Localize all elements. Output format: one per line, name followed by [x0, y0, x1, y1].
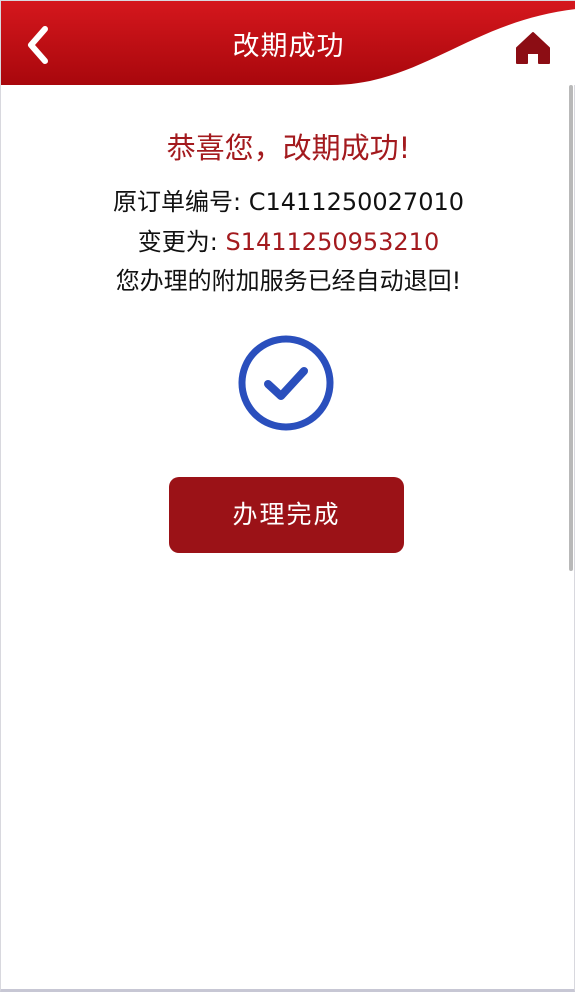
app-screen: 改期成功 恭喜您，改期成功! 原订单编号: C1411250027010 变更为… [0, 0, 575, 992]
home-button[interactable] [514, 29, 552, 67]
original-order-number: C1411250027010 [248, 188, 464, 216]
header-bar: 改期成功 [1, 1, 575, 85]
success-heading: 恭喜您，改期成功! [166, 131, 411, 165]
page-title: 改期成功 [232, 31, 345, 62]
scrollbar[interactable] [569, 85, 573, 571]
check-circle-icon [238, 335, 334, 431]
done-button[interactable]: 办理完成 [169, 477, 404, 553]
home-icon [516, 32, 550, 64]
changed-order-number: S1411250953210 [225, 228, 440, 256]
original-order-line: 原订单编号: C1411250027010 [1, 182, 575, 217]
changed-order-line: 变更为: S1411250953210 [1, 222, 575, 257]
refund-notice: 您办理的附加服务已经自动退回! [115, 267, 462, 295]
original-order-label: 原订单编号: [113, 188, 242, 216]
changed-to-label: 变更为: [137, 228, 218, 256]
